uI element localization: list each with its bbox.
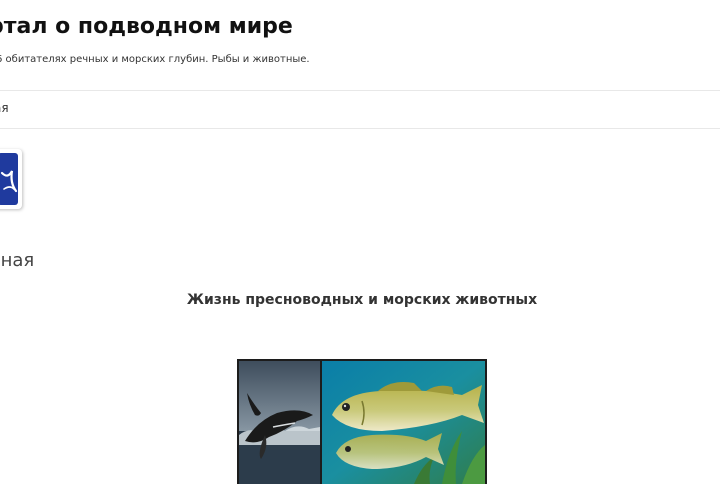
nav-divider-top — [0, 90, 720, 91]
site-logo[interactable] — [0, 149, 22, 209]
site-title[interactable]: ртал о подводном мире — [0, 14, 293, 39]
nav-item-home[interactable]: ая — [0, 101, 9, 115]
article-title[interactable]: Жизнь пресноводных и морских животных — [0, 292, 720, 308]
whale-logo-icon — [0, 153, 18, 205]
page-heading: вная — [0, 250, 35, 271]
site-description: 6 обитателях речных и морских глубин. Ры… — [0, 54, 310, 65]
nav-divider-bottom — [0, 128, 720, 129]
article-image[interactable] — [237, 359, 487, 484]
whale-photo — [239, 361, 320, 484]
fish-photo — [322, 361, 485, 484]
